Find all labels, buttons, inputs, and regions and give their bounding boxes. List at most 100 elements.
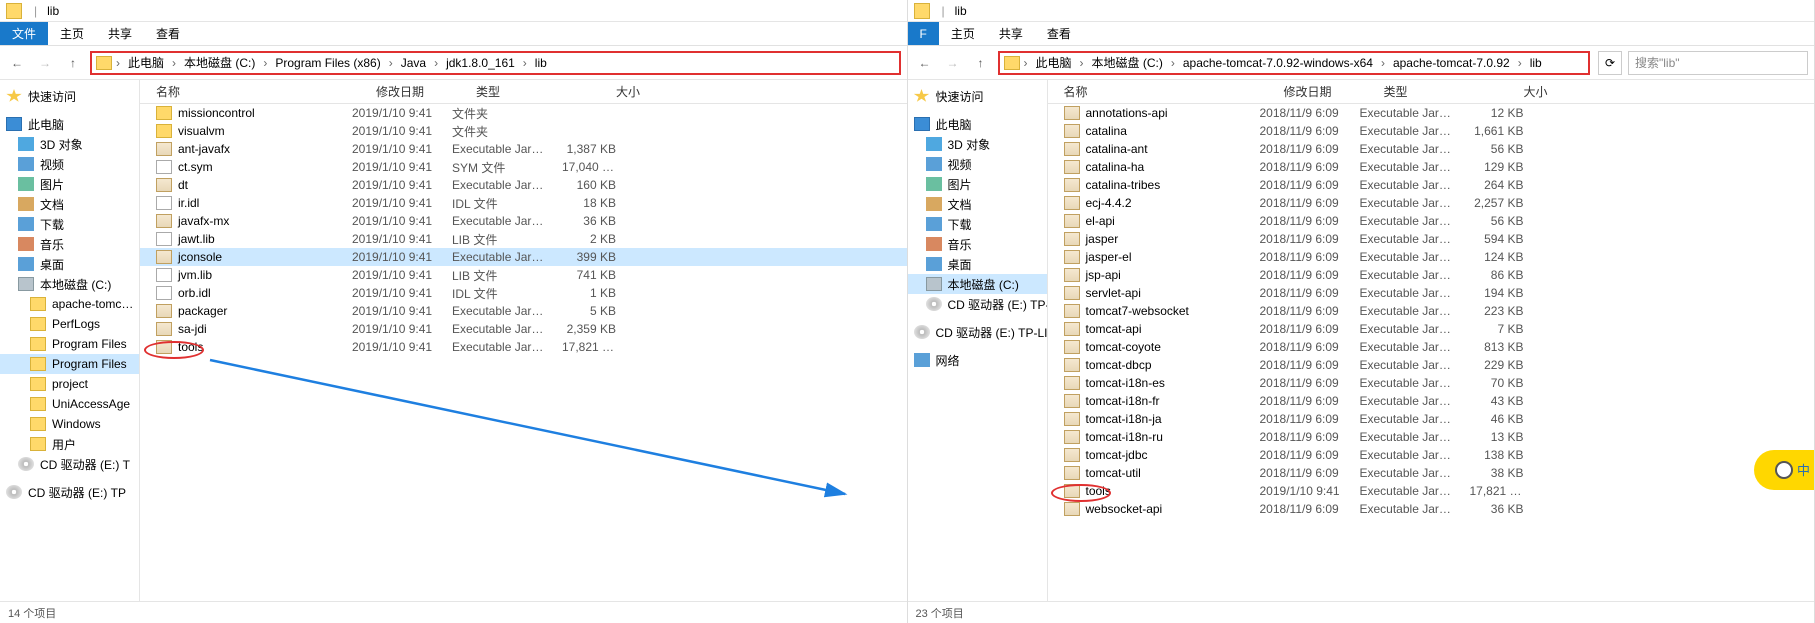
column-headers[interactable]: 名称 修改日期 类型 大小 [140,80,907,104]
nav-item[interactable]: 视频 [0,154,139,174]
nav-item[interactable]: 网络 [908,350,1047,370]
file-list[interactable]: missioncontrol2019/1/10 9:41文件夹visualvm2… [140,104,907,601]
nav-item[interactable]: 图片 [0,174,139,194]
file-row[interactable]: missioncontrol2019/1/10 9:41文件夹 [140,104,907,122]
nav-item[interactable]: 视频 [908,154,1047,174]
file-row[interactable]: catalina-tribes2018/11/9 6:09Executable … [1048,176,1815,194]
breadcrumb-segment[interactable]: 此电脑 [124,54,168,71]
tab-share[interactable]: 共享 [987,22,1035,45]
col-size[interactable]: 大小 [578,83,648,100]
nav-item[interactable]: 图片 [908,174,1047,194]
file-row[interactable]: jasper2018/11/9 6:09Executable Jar File5… [1048,230,1815,248]
nav-item[interactable]: 桌面 [0,254,139,274]
file-row[interactable]: tomcat7-websocket2018/11/9 6:09Executabl… [1048,302,1815,320]
file-row[interactable]: jsp-api2018/11/9 6:09Executable Jar File… [1048,266,1815,284]
tab-home[interactable]: 主页 [939,22,987,45]
tab-file[interactable]: 文件 [0,22,48,45]
nav-item[interactable]: 此电脑 [0,114,139,134]
file-row[interactable]: catalina2018/11/9 6:09Executable Jar Fil… [1048,122,1815,140]
tab-file[interactable]: F [908,22,939,45]
file-row[interactable]: catalina-ant2018/11/9 6:09Executable Jar… [1048,140,1815,158]
nav-item[interactable]: Program Files [0,354,139,374]
file-row[interactable]: ant-javafx2019/1/10 9:41Executable Jar F… [140,140,907,158]
column-headers[interactable]: 名称 修改日期 类型 大小 [1048,80,1815,104]
col-name[interactable]: 名称 [148,83,368,100]
file-row[interactable]: tomcat-dbcp2018/11/9 6:09Executable Jar … [1048,356,1815,374]
file-row[interactable]: jasper-el2018/11/9 6:09Executable Jar Fi… [1048,248,1815,266]
nav-item[interactable]: 用户 [0,434,139,454]
nav-back-button[interactable]: ← [914,52,936,74]
nav-item[interactable]: 快速访问 [908,86,1047,106]
file-row[interactable]: ecj-4.4.22018/11/9 6:09Executable Jar Fi… [1048,194,1815,212]
breadcrumb-segment[interactable]: 本地磁盘 (C:) [1088,54,1167,71]
nav-item[interactable]: 3D 对象 [0,134,139,154]
col-size[interactable]: 大小 [1486,83,1556,100]
nav-item[interactable]: 本地磁盘 (C:) [908,274,1047,294]
nav-item[interactable]: 下载 [0,214,139,234]
col-type[interactable]: 类型 [1376,83,1486,100]
nav-item[interactable]: PerfLogs [0,314,139,334]
nav-item[interactable]: CD 驱动器 (E:) TP- [908,294,1047,314]
col-date[interactable]: 修改日期 [1276,83,1376,100]
breadcrumb-segment[interactable]: lib [531,56,551,70]
nav-item[interactable]: 桌面 [908,254,1047,274]
file-row[interactable]: tomcat-jdbc2018/11/9 6:09Executable Jar … [1048,446,1815,464]
file-row[interactable]: orb.idl2019/1/10 9:41IDL 文件1 KB [140,284,907,302]
file-row[interactable]: jawt.lib2019/1/10 9:41LIB 文件2 KB [140,230,907,248]
nav-item[interactable]: CD 驱动器 (E:) TP [0,482,139,502]
file-row[interactable]: packager2019/1/10 9:41Executable Jar Fil… [140,302,907,320]
file-row[interactable]: dt2019/1/10 9:41Executable Jar File160 K… [140,176,907,194]
file-row[interactable]: visualvm2019/1/10 9:41文件夹 [140,122,907,140]
col-name[interactable]: 名称 [1056,83,1276,100]
file-row[interactable]: tomcat-coyote2018/11/9 6:09Executable Ja… [1048,338,1815,356]
file-row[interactable]: tomcat-i18n-ru2018/11/9 6:09Executable J… [1048,428,1815,446]
file-row[interactable]: jvm.lib2019/1/10 9:41LIB 文件741 KB [140,266,907,284]
tab-view[interactable]: 查看 [1035,22,1083,45]
navigation-pane[interactable]: 快速访问此电脑3D 对象视频图片文档下载音乐桌面本地磁盘 (C:)CD 驱动器 … [908,80,1048,601]
nav-item[interactable]: 快速访问 [0,86,139,106]
refresh-button[interactable]: ⟳ [1598,51,1622,75]
tab-share[interactable]: 共享 [96,22,144,45]
tab-home[interactable]: 主页 [48,22,96,45]
nav-item[interactable]: UniAccessAge [0,394,139,414]
nav-up-button[interactable]: ↑ [970,52,992,74]
nav-item[interactable]: 文档 [0,194,139,214]
file-row[interactable]: sa-jdi2019/1/10 9:41Executable Jar File2… [140,320,907,338]
file-row[interactable]: tomcat-i18n-ja2018/11/9 6:09Executable J… [1048,410,1815,428]
breadcrumb-segment[interactable]: Java [397,56,430,70]
nav-item[interactable]: CD 驱动器 (E:) TP-LI [908,322,1047,342]
nav-forward-button[interactable]: → [942,52,964,74]
nav-item[interactable]: 音乐 [908,234,1047,254]
nav-item[interactable]: 文档 [908,194,1047,214]
breadcrumb-segment[interactable]: 此电脑 [1032,54,1076,71]
file-row[interactable]: javafx-mx2019/1/10 9:41Executable Jar Fi… [140,212,907,230]
breadcrumb[interactable]: ›此电脑›本地磁盘 (C:)›apache-tomcat-7.0.92-wind… [998,51,1591,75]
breadcrumb-segment[interactable]: apache-tomcat-7.0.92-windows-x64 [1179,56,1377,70]
file-row[interactable]: tools2019/1/10 9:41Executable Jar File17… [140,338,907,356]
tab-view[interactable]: 查看 [144,22,192,45]
nav-item[interactable]: 本地磁盘 (C:) [0,274,139,294]
nav-item[interactable]: apache-tomc… [0,294,139,314]
file-row[interactable]: tomcat-util2018/11/9 6:09Executable Jar … [1048,464,1815,482]
col-type[interactable]: 类型 [468,83,578,100]
col-date[interactable]: 修改日期 [368,83,468,100]
search-input[interactable]: 搜索"lib" [1628,51,1808,75]
nav-item[interactable]: 下载 [908,214,1047,234]
file-row[interactable]: catalina-ha2018/11/9 6:09Executable Jar … [1048,158,1815,176]
nav-back-button[interactable]: ← [6,52,28,74]
file-row[interactable]: tomcat-i18n-fr2018/11/9 6:09Executable J… [1048,392,1815,410]
file-row[interactable]: tomcat-i18n-es2018/11/9 6:09Executable J… [1048,374,1815,392]
nav-item[interactable]: 3D 对象 [908,134,1047,154]
nav-item[interactable]: 音乐 [0,234,139,254]
nav-forward-button[interactable]: → [34,52,56,74]
file-row[interactable]: servlet-api2018/11/9 6:09Executable Jar … [1048,284,1815,302]
breadcrumb[interactable]: ›此电脑›本地磁盘 (C:)›Program Files (x86)›Java›… [90,51,901,75]
nav-up-button[interactable]: ↑ [62,52,84,74]
file-row[interactable]: ct.sym2019/1/10 9:41SYM 文件17,040 KB [140,158,907,176]
file-row[interactable]: el-api2018/11/9 6:09Executable Jar File5… [1048,212,1815,230]
file-row[interactable]: tools2019/1/10 9:41Executable Jar File17… [1048,482,1815,500]
ime-widget[interactable]: 中 [1754,450,1814,490]
breadcrumb-segment[interactable]: jdk1.8.0_161 [442,56,519,70]
nav-item[interactable]: 此电脑 [908,114,1047,134]
file-row[interactable]: tomcat-api2018/11/9 6:09Executable Jar F… [1048,320,1815,338]
